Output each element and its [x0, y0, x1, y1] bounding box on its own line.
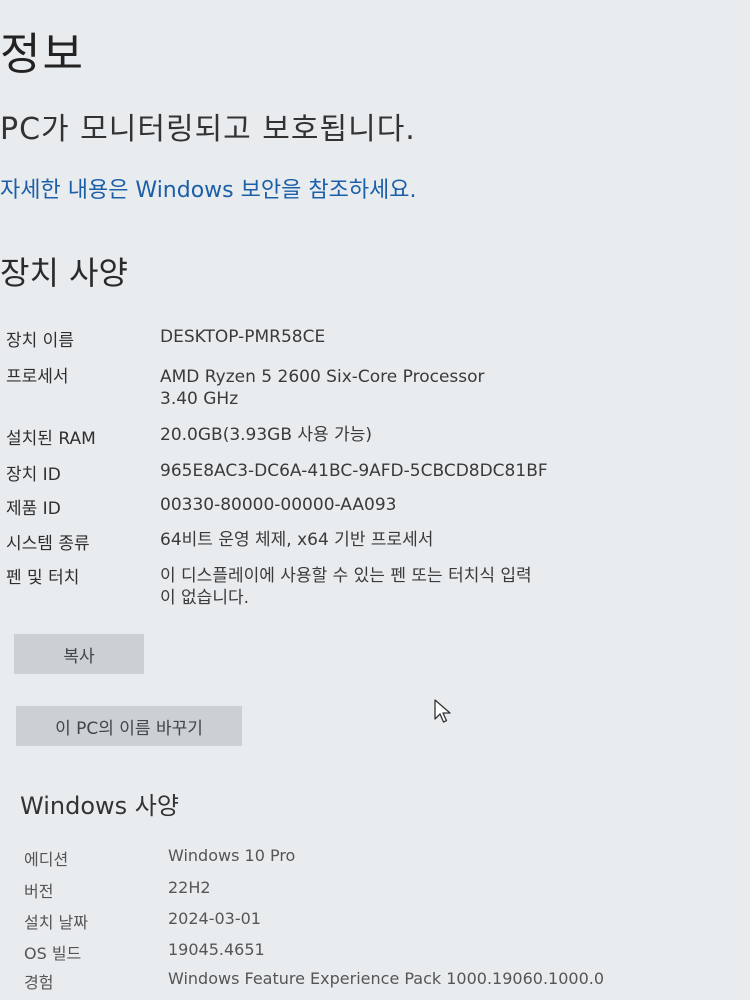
spec-label: 프로세서	[6, 367, 69, 387]
win-value: 19045.4651	[168, 940, 265, 959]
win-label: 에디션	[24, 850, 69, 869]
spec-value: 20.0GB(3.93GB 사용 가능)	[160, 425, 373, 445]
mouse-pointer-icon	[434, 699, 451, 723]
spec-label: 시스템 종류	[6, 534, 90, 554]
win-label: 설치 날짜	[24, 913, 88, 932]
win-value: Windows 10 Pro	[168, 846, 296, 865]
device-specs-heading: 장치 사양	[0, 254, 128, 292]
win-label: OS 빌드	[24, 944, 82, 963]
spec-value: 이 디스플레이에 사용할 수 있는 펜 또는 터치식 입력 이 없습니다.	[160, 566, 532, 608]
spec-value: 00330-80000-00000-AA093	[160, 495, 397, 515]
win-value: 2024-03-01	[168, 909, 261, 928]
win-value: 22H2	[168, 878, 211, 897]
page-title: 정보	[0, 29, 85, 80]
windows-security-link[interactable]: 자세한 내용은 Windows 보안을 참조하세요.	[0, 172, 417, 204]
protection-status: PC가 모니터링되고 보호됩니다.	[0, 112, 416, 147]
about-page: 정보 PC가 모니터링되고 보호됩니다. 자세한 내용은 Windows 보안을…	[0, 0, 750, 1000]
windows-specs-heading: Windows 사양	[20, 792, 179, 820]
spec-label: 장치 ID	[6, 465, 61, 485]
spec-label: 제품 ID	[6, 499, 61, 519]
spec-label: 설치된 RAM	[6, 429, 96, 449]
copy-button[interactable]: 복사	[14, 634, 144, 674]
spec-value: 965E8AC3-DC6A-41BC-9AFD-5CBCD8DC81BF	[160, 461, 548, 481]
win-value: Windows Feature Experience Pack 1000.190…	[168, 969, 605, 988]
spec-label: 장치 이름	[6, 331, 74, 351]
spec-value: 64비트 운영 체제, x64 기반 프로세서	[160, 530, 434, 550]
spec-label: 펜 및 터치	[6, 568, 80, 588]
win-label: 버전	[24, 882, 54, 901]
spec-value: DESKTOP-PMR58CE	[160, 327, 326, 347]
spec-value: AMD Ryzen 5 2600 Six-Core Processor 3.40…	[160, 367, 485, 409]
win-label: 경험	[24, 973, 54, 992]
rename-pc-button[interactable]: 이 PC의 이름 바꾸기	[16, 706, 242, 746]
